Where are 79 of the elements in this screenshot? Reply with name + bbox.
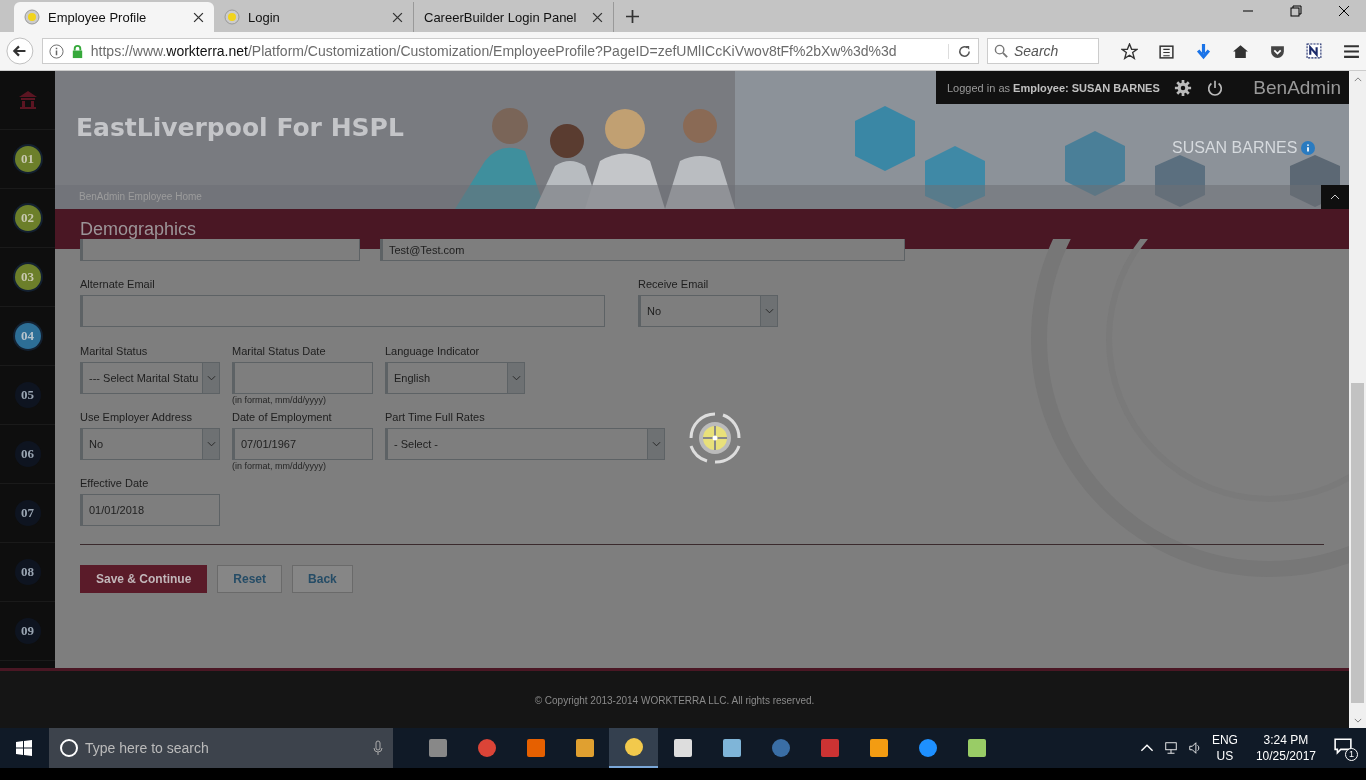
step-badge[interactable]: 07 xyxy=(14,500,41,526)
field-label: Effective Date xyxy=(80,477,150,491)
caret-icon xyxy=(760,296,777,326)
field-label: Date of Employment xyxy=(232,411,333,425)
step-badge[interactable]: 08 xyxy=(14,559,41,585)
field-label: Marital Status xyxy=(80,345,149,359)
new-tab-icon[interactable] xyxy=(626,10,639,23)
reading-list-icon[interactable] xyxy=(1158,42,1175,60)
back-icon[interactable] xyxy=(6,37,34,65)
taskbar-search-field[interactable]: Type here to search xyxy=(49,728,393,768)
site-icon xyxy=(224,9,240,25)
restore-icon[interactable] xyxy=(1290,4,1302,17)
info-icon[interactable] xyxy=(48,43,64,59)
browser-tab[interactable]: Employee Profile xyxy=(14,2,214,32)
region-text[interactable]: US xyxy=(1216,748,1234,764)
clock-time[interactable]: 3:24 PM xyxy=(1263,732,1309,748)
close-icon[interactable] xyxy=(193,11,204,23)
app-name: BenAdmin xyxy=(1253,76,1341,99)
microphone-icon[interactable] xyxy=(373,740,383,756)
home-icon[interactable] xyxy=(1232,42,1249,60)
network-icon[interactable] xyxy=(1163,741,1178,755)
power-icon[interactable] xyxy=(1205,78,1224,97)
clock-date[interactable]: 10/25/2017 xyxy=(1255,748,1316,764)
input-field[interactable]: Test@Test.com xyxy=(380,239,905,261)
reload-icon[interactable] xyxy=(948,43,972,59)
field-label: Use Employer Address xyxy=(80,411,193,425)
input-field[interactable] xyxy=(80,239,360,261)
step-badge[interactable]: 04 xyxy=(14,323,41,349)
format-hint: (in format, mm/dd/yyyy) xyxy=(232,395,326,406)
caret-icon xyxy=(202,363,219,393)
format-hint: (in format, mm/dd/yyyy) xyxy=(232,461,326,472)
dropdown[interactable]: - Select - xyxy=(385,428,665,460)
site-icon xyxy=(24,9,40,25)
input-field[interactable]: 07/01/1967 xyxy=(232,428,373,460)
extension-icon[interactable] xyxy=(1306,42,1323,60)
form-button[interactable]: Save & Continue xyxy=(80,565,208,593)
caret-icon xyxy=(202,429,219,459)
logged-in-text: Logged in as Employee: SUSAN BARNES xyxy=(947,81,1160,94)
copyright-text: © Copyright 2013-2014 WORKTERRA LLC. All rights reserved. xyxy=(534,694,815,706)
close-icon[interactable] xyxy=(1338,4,1350,17)
dropdown[interactable]: English xyxy=(385,362,525,394)
language-text[interactable]: ENG xyxy=(1211,732,1238,748)
notification-button[interactable]: 1 xyxy=(1334,737,1356,759)
search-field[interactable]: Search xyxy=(987,38,1099,64)
caret-icon xyxy=(507,363,524,393)
field-label: Receive Email xyxy=(638,278,710,292)
bookmark-star-icon[interactable] xyxy=(1121,42,1138,60)
input-field[interactable]: 01/01/2018 xyxy=(80,494,220,526)
url-text: https://www.workterra.net/Platform/Customization/Customization/EmployeeProfile?PageID=zefUMlICcKiVwov8tFf%2bXw%3d%3d xyxy=(90,43,898,59)
settings-icon[interactable] xyxy=(1173,78,1192,97)
field-label: Language Indicator xyxy=(385,345,481,359)
speaker-icon[interactable] xyxy=(1187,741,1202,755)
close-icon[interactable] xyxy=(592,11,603,23)
search-circle-icon xyxy=(59,738,79,758)
dropdown[interactable]: No xyxy=(638,295,778,327)
dropdown[interactable]: No xyxy=(80,428,220,460)
menu-icon[interactable] xyxy=(1343,42,1360,60)
address-bar[interactable]: https://www.workterra.net/Platform/Customization/Customization/EmployeeProfile?PageID=zefUMlICcKiVwov8tFf%2bXw%3d%3d xyxy=(41,38,979,64)
scrollbar[interactable] xyxy=(1349,71,1366,729)
caret-icon xyxy=(647,429,664,459)
field-label: Alternate Email xyxy=(80,278,156,292)
step-badge[interactable]: 06 xyxy=(14,441,41,467)
field-label: Part Time Full Rates xyxy=(385,411,486,425)
step-badge[interactable]: 09 xyxy=(14,618,41,644)
start-icon[interactable] xyxy=(16,740,32,756)
user-name: SUSAN BARNES xyxy=(1172,139,1298,157)
download-icon[interactable] xyxy=(1195,42,1212,60)
field-label: Marital Status Date xyxy=(232,345,327,359)
chevron-up-icon xyxy=(1330,194,1340,200)
dropdown[interactable]: --- Select Marital Statu xyxy=(80,362,220,394)
site-title: EastLiverpool For HSPL xyxy=(76,113,404,142)
section-title: Demographics xyxy=(80,218,197,240)
notification-icon xyxy=(1334,737,1352,755)
close-icon[interactable] xyxy=(392,11,403,23)
search-icon xyxy=(994,44,1009,59)
info-icon[interactable] xyxy=(1301,141,1315,155)
input-field[interactable] xyxy=(232,362,373,394)
step-badge[interactable]: 05 xyxy=(14,382,41,408)
input-field[interactable] xyxy=(80,295,605,327)
